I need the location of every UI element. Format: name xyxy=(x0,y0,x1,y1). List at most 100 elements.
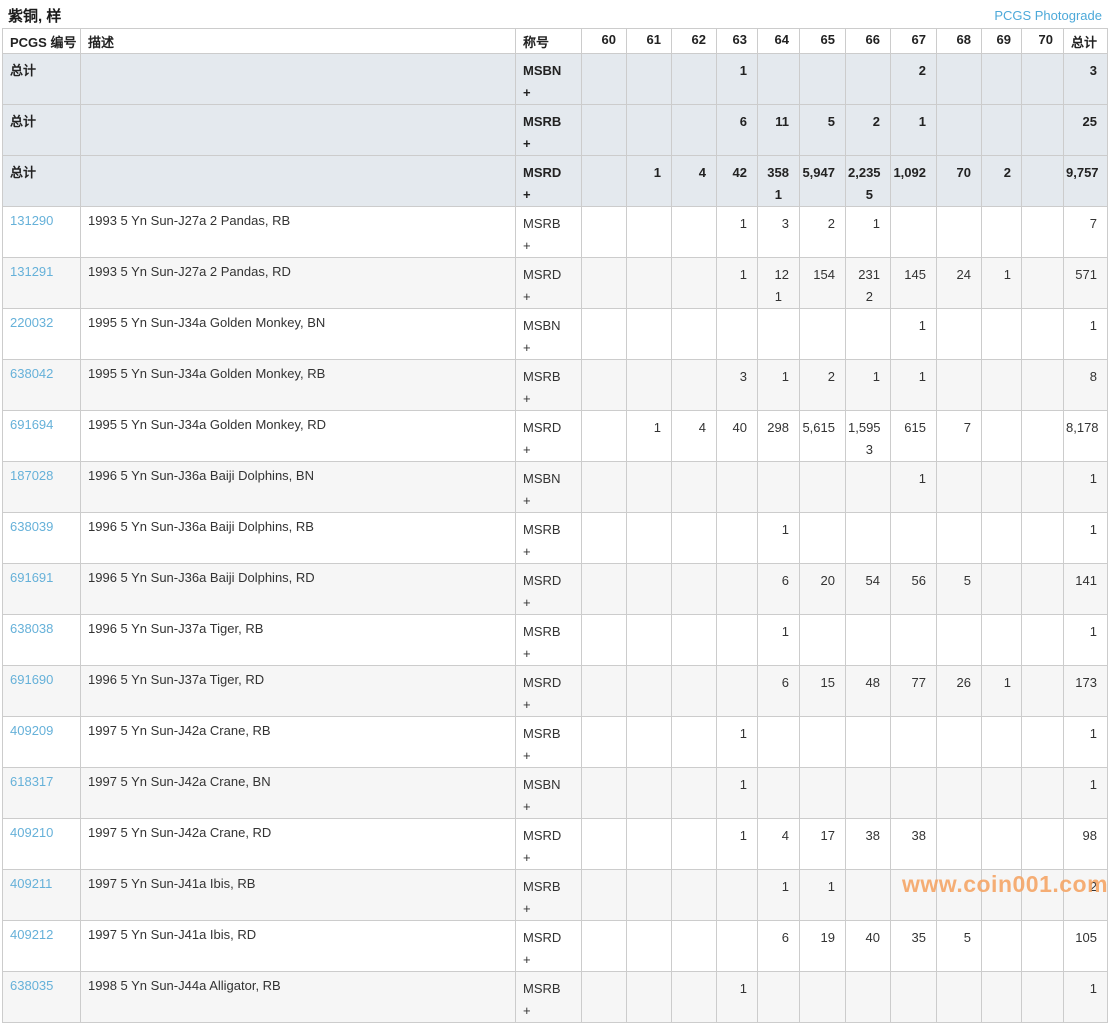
grade-69-cell xyxy=(982,513,1022,564)
grade-67-cell: 1 xyxy=(891,309,937,360)
grade-64-cell xyxy=(758,54,800,105)
grade-count: 4 xyxy=(674,162,706,184)
grade-66-cell: 2 xyxy=(846,105,891,156)
grade-count: 40 xyxy=(719,417,747,439)
grade-66-cell xyxy=(846,768,891,819)
designation-cell: MSRB + xyxy=(516,513,582,564)
pcgs-number-link[interactable]: 409209 xyxy=(10,723,53,738)
col-header-designation: 称号 xyxy=(516,29,582,54)
row-total-cell: 25 xyxy=(1064,105,1108,156)
grade-67-cell xyxy=(891,870,937,921)
pcgs-number-link[interactable]: 638038 xyxy=(10,621,53,636)
grade-count: 1 xyxy=(719,978,747,1000)
pcgs-number-link[interactable]: 220032 xyxy=(10,315,53,330)
pcgs-number-link[interactable]: 691690 xyxy=(10,672,53,687)
pcgs-number-link[interactable]: 638039 xyxy=(10,519,53,534)
pcgs-number-link[interactable]: 638042 xyxy=(10,366,53,381)
description-cell: 1997 5 Yn Sun-J41a Ibis, RB xyxy=(81,870,516,921)
grade-count: 615 xyxy=(893,417,926,439)
pcgs-number-cell: 638035 xyxy=(3,972,81,1023)
grade-66-cell: 2312 xyxy=(846,258,891,309)
grade-66-cell: 1 xyxy=(846,360,891,411)
grade-count: 1 xyxy=(760,519,789,541)
grade-count: 26 xyxy=(939,672,971,694)
grade-60-cell xyxy=(582,768,627,819)
grade-68-cell: 70 xyxy=(937,156,982,207)
grade-64-cell: 3 xyxy=(758,207,800,258)
grade-60-cell xyxy=(582,615,627,666)
grade-68-cell: 5 xyxy=(937,921,982,972)
pcgs-number-cell: 638039 xyxy=(3,513,81,564)
grade-61-cell xyxy=(627,462,672,513)
pcgs-number-link[interactable]: 638035 xyxy=(10,978,53,993)
pcgs-number-link[interactable]: 409212 xyxy=(10,927,53,942)
pcgs-number-link[interactable]: 618317 xyxy=(10,774,53,789)
coin-row: 6380351998 5 Yn Sun-J44a Alligator, RBMS… xyxy=(3,972,1108,1023)
grade-count: 1 xyxy=(719,825,747,847)
grade-67-cell: 1 xyxy=(891,462,937,513)
grade-64-cell xyxy=(758,768,800,819)
grade-61-cell xyxy=(627,819,672,870)
grade-66-cell xyxy=(846,513,891,564)
grade-65-cell: 19 xyxy=(800,921,846,972)
grade-67-cell xyxy=(891,615,937,666)
grade-66-cell: 2,2355 xyxy=(846,156,891,207)
grade-63-cell: 1 xyxy=(717,819,758,870)
description-cell: 1996 5 Yn Sun-J36a Baiji Dolphins, BN xyxy=(81,462,516,513)
grade-count: 1 xyxy=(760,876,789,898)
row-total-cell: 1 xyxy=(1064,462,1108,513)
pcgs-number-cell: 131291 xyxy=(3,258,81,309)
description-cell: 1995 5 Yn Sun-J34a Golden Monkey, BN xyxy=(81,309,516,360)
pcgs-number-link[interactable]: 691691 xyxy=(10,570,53,585)
designation-cell: MSRD + xyxy=(516,564,582,615)
col-header-grade-68: 68 xyxy=(937,29,982,54)
grade-count: 35 xyxy=(893,927,926,949)
grade-66-cell xyxy=(846,309,891,360)
pcgs-number-link[interactable]: 131291 xyxy=(10,264,53,279)
designation-cell: MSRB + xyxy=(516,360,582,411)
grade-60-cell xyxy=(582,666,627,717)
designation-cell: MSRD + xyxy=(516,921,582,972)
pcgs-number-cell: 409211 xyxy=(3,870,81,921)
grade-69-cell xyxy=(982,105,1022,156)
grade-69-cell xyxy=(982,54,1022,105)
grade-count: 40 xyxy=(848,927,880,949)
coin-row: 6916911996 5 Yn Sun-J36a Baiji Dolphins,… xyxy=(3,564,1108,615)
designation-cell: MSBN + xyxy=(516,309,582,360)
total-row: 总计MSBN +123 xyxy=(3,54,1108,105)
row-total-cell: 8,178 xyxy=(1064,411,1108,462)
description-cell: 1997 5 Yn Sun-J41a Ibis, RD xyxy=(81,921,516,972)
grade-66-cell xyxy=(846,462,891,513)
pcgs-number-link[interactable]: 409210 xyxy=(10,825,53,840)
grade-63-cell: 1 xyxy=(717,972,758,1023)
coin-row: 6916901996 5 Yn Sun-J37a Tiger, RDMSRD +… xyxy=(3,666,1108,717)
grade-count: 1 xyxy=(760,366,789,388)
grade-63-cell: 1 xyxy=(717,768,758,819)
grade-63-cell: 6 xyxy=(717,105,758,156)
photograde-link[interactable]: PCGS Photograde xyxy=(994,8,1102,23)
grade-count: 1 xyxy=(848,213,880,235)
grade-65-cell: 5 xyxy=(800,105,846,156)
grade-65-cell xyxy=(800,54,846,105)
description-cell xyxy=(81,54,516,105)
coin-row: 1312911993 5 Yn Sun-J27a 2 Pandas, RDMSR… xyxy=(3,258,1108,309)
grade-plus-count: 3 xyxy=(848,439,880,461)
grade-count: 1 xyxy=(893,468,926,490)
grade-65-cell: 20 xyxy=(800,564,846,615)
designation-cell: MSRD + xyxy=(516,819,582,870)
pcgs-number-link[interactable]: 691694 xyxy=(10,417,53,432)
grade-60-cell xyxy=(582,207,627,258)
pcgs-number-link[interactable]: 131290 xyxy=(10,213,53,228)
row-total-cell: 1 xyxy=(1064,768,1108,819)
grade-60-cell xyxy=(582,513,627,564)
grade-63-cell xyxy=(717,615,758,666)
grade-count: 5 xyxy=(802,111,835,133)
grade-60-cell xyxy=(582,717,627,768)
description-cell: 1997 5 Yn Sun-J42a Crane, BN xyxy=(81,768,516,819)
description-cell: 1997 5 Yn Sun-J42a Crane, RD xyxy=(81,819,516,870)
grade-64-cell: 6 xyxy=(758,666,800,717)
pcgs-number-link[interactable]: 409211 xyxy=(10,876,52,891)
grade-64-cell: 1 xyxy=(758,360,800,411)
grade-65-cell: 5,947 xyxy=(800,156,846,207)
pcgs-number-link[interactable]: 187028 xyxy=(10,468,53,483)
